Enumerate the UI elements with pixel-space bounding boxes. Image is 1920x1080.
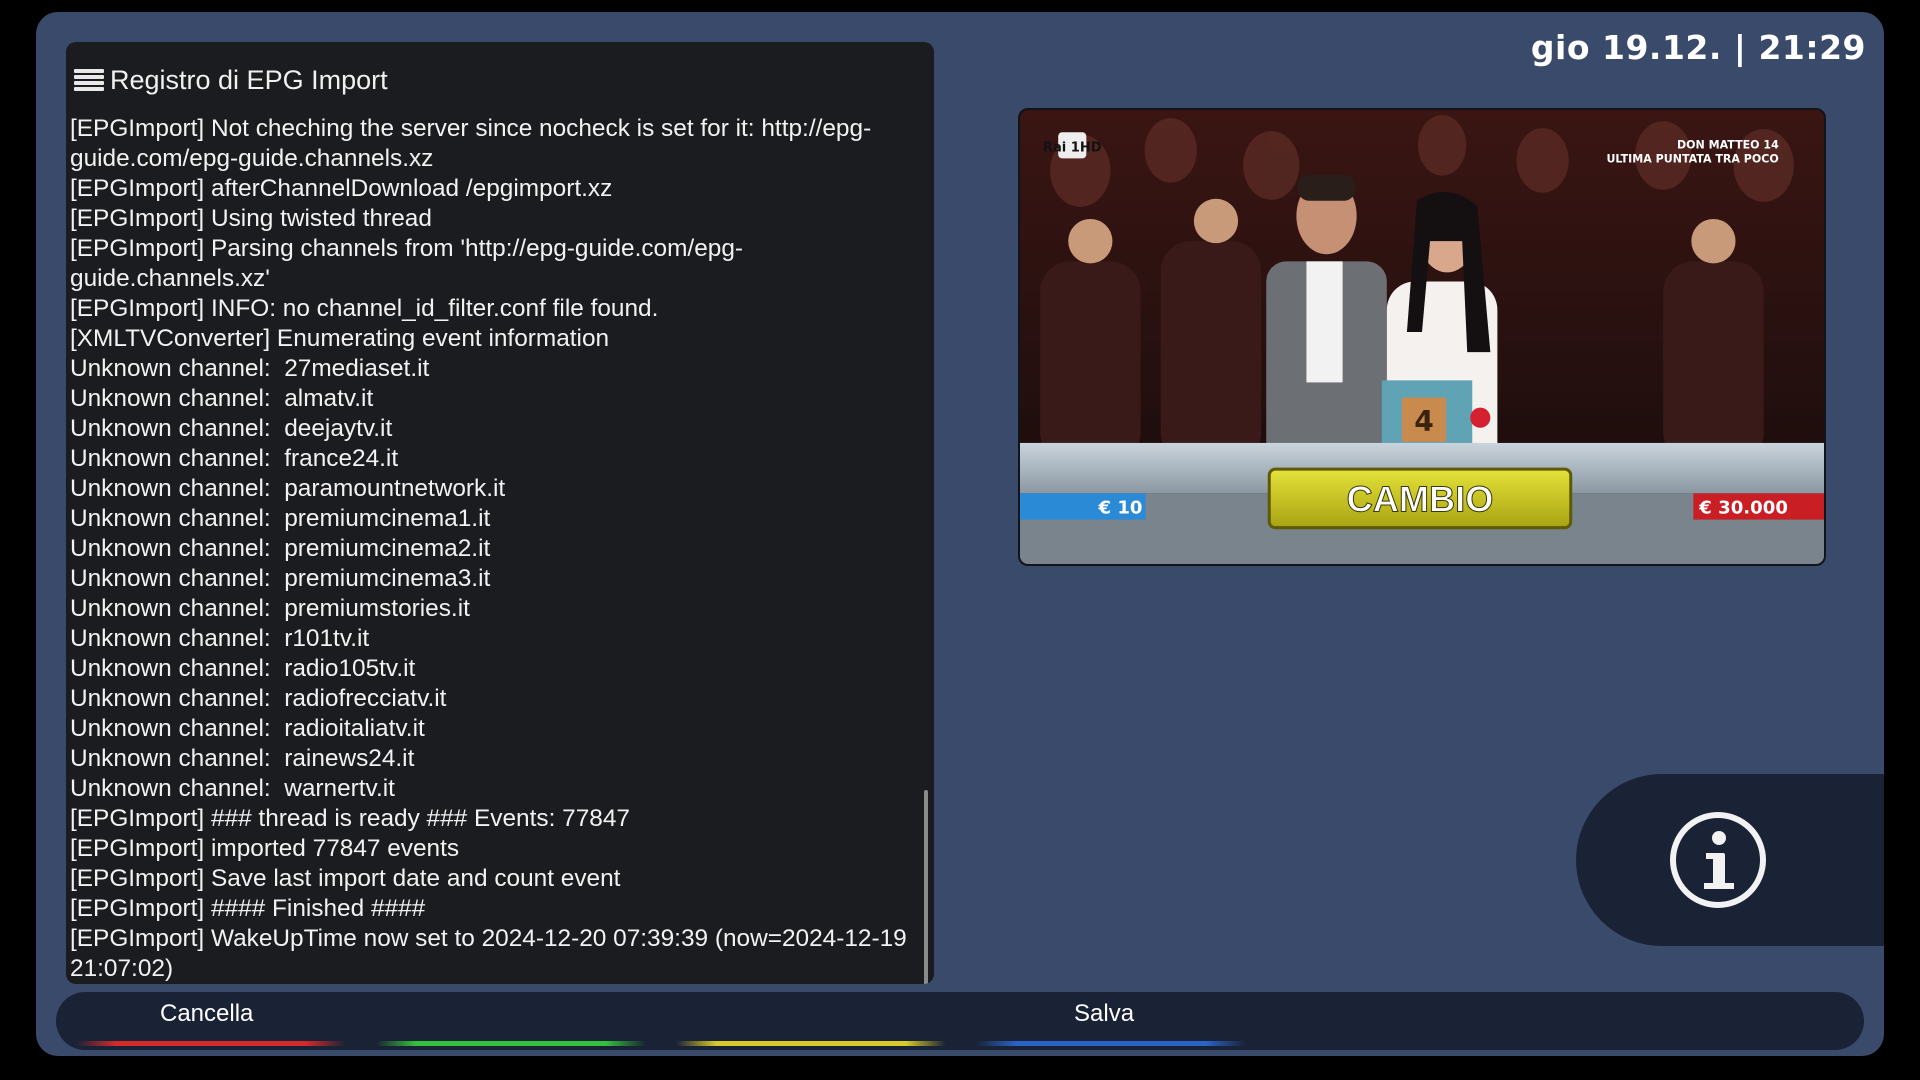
- log-line: [EPGImport] Parsing channels from 'http:…: [70, 235, 744, 292]
- info-icon: [1670, 812, 1766, 908]
- log-line: [EPGImport] imported 77847 events: [70, 835, 460, 862]
- datetime: gio 19.12. | 21:29: [1530, 28, 1866, 67]
- overlay-line-1: DON MATTEO 14: [1677, 138, 1779, 151]
- overlay-line-2: ULTIMA PUNTATA TRA POCO: [1606, 152, 1778, 165]
- log-line: Unknown channel: radioitaliatv.it: [70, 715, 425, 742]
- log-line: [EPGImport] #### Finished ####: [70, 895, 426, 922]
- log-line: [XMLTVConverter] Enumerating event infor…: [70, 325, 610, 352]
- banner-text: CAMBIO: [1347, 478, 1494, 519]
- green-key-indicator: [376, 1041, 646, 1046]
- log-line: Unknown channel: warnertv.it: [70, 775, 395, 802]
- log-panel: Registro di EPG Import [EPGImport] Not c…: [66, 42, 934, 984]
- log-title: Registro di EPG Import: [110, 64, 388, 95]
- log-list[interactable]: [EPGImport] Not cheching the server sinc…: [70, 114, 910, 984]
- log-line: Unknown channel: r101tv.it: [70, 625, 370, 652]
- channel-logo: Rai 1HD: [1043, 140, 1102, 155]
- log-line: [EPGImport] Save last import date and co…: [70, 865, 621, 892]
- log-line: Unknown channel: radiofrecciatv.it: [70, 685, 447, 712]
- log-line: [EPGImport] INFO: no channel_id_filter.c…: [70, 295, 659, 322]
- log-line: Unknown channel: deejaytv.it: [70, 415, 393, 442]
- red-key-indicator: [76, 1041, 346, 1046]
- red-button-cancella[interactable]: Cancella: [160, 1000, 253, 1028]
- color-button-bar: Cancella Salva: [56, 992, 1864, 1050]
- right-value: € 30.000: [1698, 498, 1788, 519]
- log-line: [EPGImport] Using twisted thread: [70, 205, 432, 232]
- box-number: 4: [1414, 405, 1434, 438]
- log-line: [EPGImport] ### thread is ready ### Even…: [70, 805, 630, 832]
- log-line: Unknown channel: premiumcinema2.it: [70, 535, 491, 562]
- log-line: [EPGImport] WakeUpTime now set to 2024-1…: [70, 925, 914, 982]
- log-line: Unknown channel: france24.it: [70, 445, 399, 472]
- log-header: Registro di EPG Import: [66, 60, 934, 100]
- log-line: Unknown channel: rainews24.it: [70, 745, 415, 772]
- screen: gio 19.12. | 21:29 Registro di EPG Impor…: [36, 12, 1884, 1056]
- blue-key-indicator: [976, 1041, 1246, 1046]
- log-scrollbar[interactable]: [924, 790, 928, 984]
- log-line: Unknown channel: premiumcinema1.it: [70, 505, 491, 532]
- log-line: [EPGImport] Not cheching the server sinc…: [70, 115, 872, 172]
- green-button-salva[interactable]: Salva: [1074, 1000, 1134, 1028]
- log-line: Unknown channel: premiumstories.it: [70, 595, 470, 622]
- log-line: Unknown channel: almatv.it: [70, 385, 374, 412]
- tv-preview: 4 € 10 € 30.000 CAMBIO Rai 1HD DON MATTE…: [1018, 108, 1826, 566]
- log-line: Unknown channel: premiumcinema3.it: [70, 565, 491, 592]
- log-line: Unknown channel: 27mediaset.it: [70, 355, 430, 382]
- info-button[interactable]: [1576, 774, 1884, 946]
- log-line: Unknown channel: radio105tv.it: [70, 655, 416, 682]
- left-value: € 10: [1097, 498, 1142, 519]
- log-line: Unknown channel: paramountnetwork.it: [70, 475, 506, 502]
- tv-preview-image: 4 € 10 € 30.000 CAMBIO Rai 1HD DON MATTE…: [1020, 110, 1824, 564]
- yellow-key-indicator: [676, 1041, 946, 1046]
- log-line: [EPGImport] afterChannelDownload /epgimp…: [70, 175, 613, 202]
- menu-icon[interactable]: [74, 69, 104, 91]
